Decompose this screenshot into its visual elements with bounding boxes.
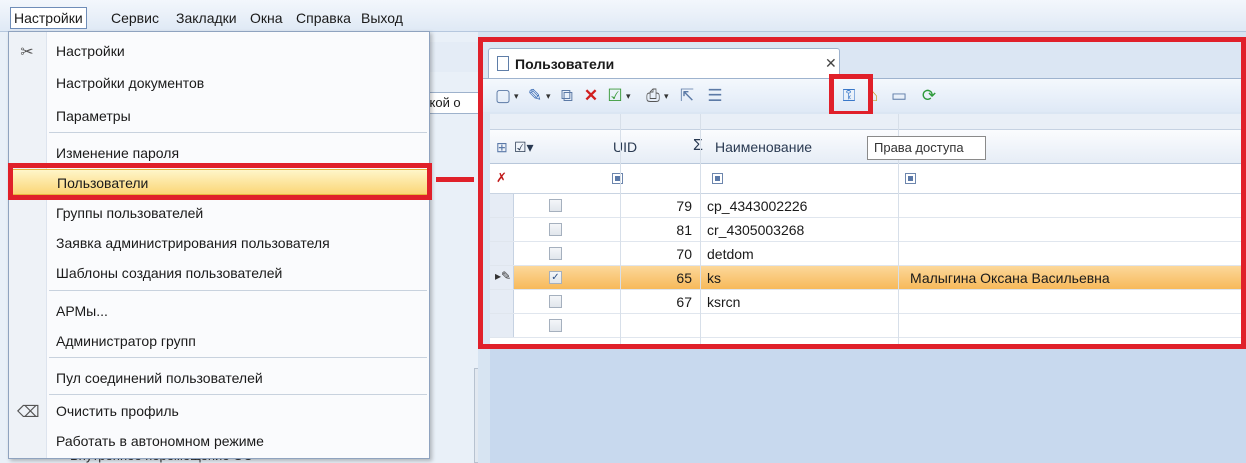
menu-separator — [49, 290, 427, 291]
menu-item-group-admin[interactable]: Администратор групп — [9, 328, 429, 354]
menu-item-label: Шаблоны создания пользователей — [56, 265, 283, 281]
menu-item-offline-mode[interactable]: Работать в автономном режиме — [9, 428, 429, 454]
menu-bar: Настройки Сервис Закладки Окна Справка В… — [0, 0, 1246, 32]
menu-item-label: АРМы... — [56, 303, 108, 319]
menu-item-document-settings[interactable]: Настройки документов — [9, 70, 429, 96]
menu-item-label: Очистить профиль — [56, 403, 179, 419]
menu-item-label: Настройки — [56, 43, 125, 59]
menu-item-arms[interactable]: АРМы... — [9, 298, 429, 324]
menu-item-admin-request[interactable]: Заявка администрирования пользователя — [9, 230, 429, 256]
menu-item-label: Настройки документов — [56, 75, 205, 91]
menu-item-label: Параметры — [56, 108, 131, 124]
menu-separator — [49, 394, 427, 395]
menu-item-label: Группы пользователей — [56, 205, 204, 221]
menu-item-clear-profile[interactable]: ⌫ Очистить профиль — [9, 398, 429, 424]
menu-item-user-groups[interactable]: Группы пользователей — [9, 200, 429, 226]
menu-windows[interactable]: Окна — [247, 8, 286, 28]
menu-service[interactable]: Сервис — [108, 8, 162, 28]
tools-icon: ✂ — [20, 44, 34, 61]
users-menu-highlight — [8, 163, 432, 200]
menu-item-label: Работать в автономном режиме — [56, 433, 264, 449]
menu-item-label: Изменение пароля — [56, 145, 180, 161]
eraser-icon: ⌫ — [17, 404, 40, 421]
menu-exit[interactable]: Выход — [358, 8, 406, 28]
menu-item-settings[interactable]: ✂ Настройки — [9, 38, 429, 64]
menu-item-label: Пул соединений пользователей — [56, 370, 263, 386]
menu-item-user-templates[interactable]: Шаблоны создания пользователей — [9, 260, 429, 286]
connector-line — [436, 177, 474, 182]
menu-item-connection-pool[interactable]: Пул соединений пользователей — [9, 365, 429, 391]
menu-separator — [49, 357, 427, 358]
menu-help[interactable]: Справка — [293, 8, 354, 28]
menu-settings[interactable]: Настройки — [10, 7, 87, 29]
menu-separator — [49, 132, 427, 133]
users-window-highlight — [478, 37, 1246, 349]
menu-bookmarks[interactable]: Закладки — [173, 8, 240, 28]
settings-dropdown-menu: ✂ Настройки Настройки документов Парамет… — [8, 31, 430, 459]
menu-item-label: Администратор групп — [56, 333, 196, 349]
menu-item-parameters[interactable]: Параметры — [9, 103, 429, 129]
workspace-empty-area — [490, 342, 1246, 463]
menu-item-label: Заявка администрирования пользователя — [56, 235, 330, 251]
